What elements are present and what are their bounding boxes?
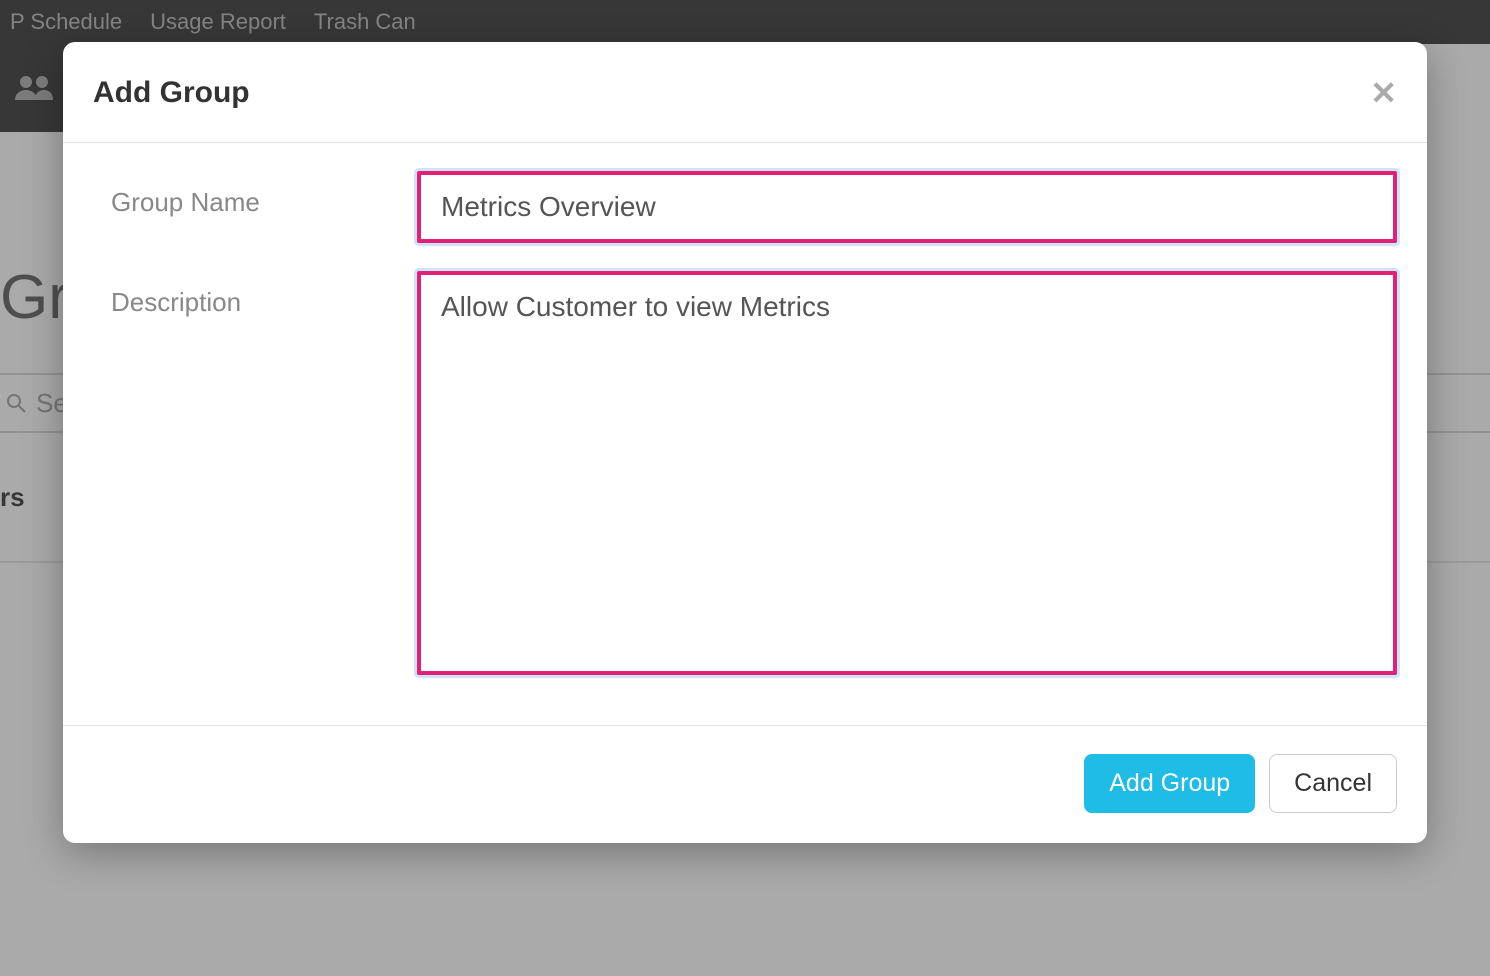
modal-body: Group Name Description [63,143,1427,725]
add-group-modal: Add Group ✕ Group Name Description Add G… [63,42,1427,843]
cancel-button[interactable]: Cancel [1269,754,1397,813]
description-textarea[interactable] [417,271,1397,675]
group-name-label: Group Name [93,171,393,218]
close-button[interactable]: ✕ [1370,77,1397,109]
modal-footer: Add Group Cancel [63,725,1427,843]
add-group-button[interactable]: Add Group [1084,754,1255,813]
modal-title: Add Group [93,76,250,110]
description-label: Description [93,271,393,318]
modal-header: Add Group ✕ [63,42,1427,143]
close-icon: ✕ [1370,75,1397,111]
group-name-input[interactable] [417,171,1397,243]
